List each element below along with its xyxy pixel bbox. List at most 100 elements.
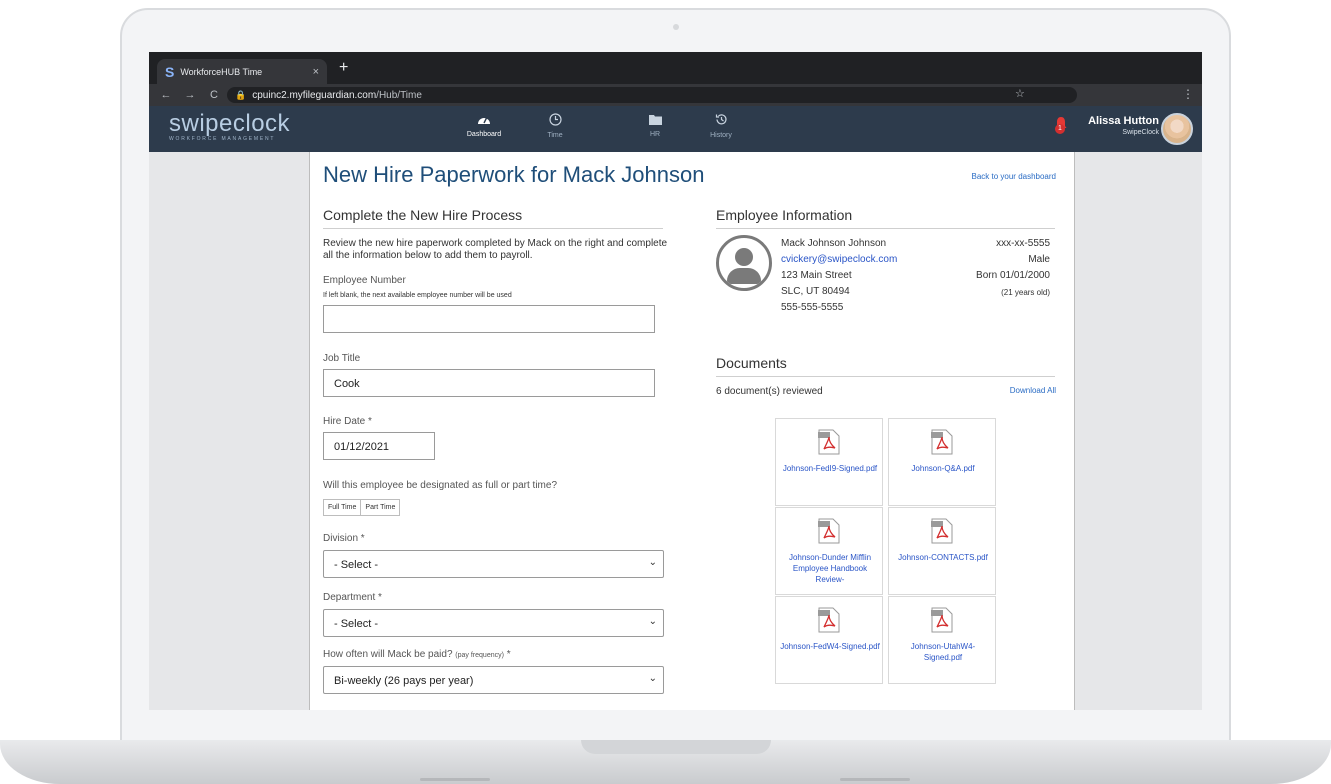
employee-city: SLC, UT 80494 (781, 286, 850, 297)
forward-arrow-icon[interactable]: → (183, 89, 197, 101)
employee-birthdate: Born 01/01/2000 (976, 270, 1050, 281)
hire-date-label: Hire Date * (323, 416, 372, 427)
document-name: Johnson-Dunder Mifflin Employee Handbook… (788, 553, 872, 584)
document-name: Johnson-CONTACTS.pdf (898, 553, 988, 562)
pdf-icon (818, 429, 840, 455)
job-title-label: Job Title (323, 353, 361, 364)
dashboard-icon (454, 113, 514, 128)
documents-reviewed-count: 6 document(s) reviewed (716, 386, 823, 397)
document-name: Johnson-FedW4-Signed.pdf (780, 642, 880, 651)
department-label: Department * (323, 592, 382, 603)
nav-dashboard[interactable]: Dashboard (454, 113, 514, 138)
pay-frequency-subtext: (pay frequency) (455, 652, 504, 659)
swipeclock-tab-icon: S (165, 63, 175, 80)
back-to-dashboard-link[interactable]: Back to your dashboard (972, 172, 1057, 181)
employee-phone: 555-555-5555 (781, 302, 844, 313)
tab-close-icon[interactable]: × (313, 66, 319, 78)
division-select-value: - Select - (334, 559, 379, 571)
history-icon (691, 113, 751, 129)
pay-frequency-label: How often will Mack be paid? (pay freque… (323, 649, 511, 660)
employee-gender: Male (1028, 254, 1050, 265)
user-organization: SwipeClock (1122, 129, 1159, 136)
employee-email[interactable]: cvickery@swipeclock.com (781, 254, 897, 266)
document-card[interactable]: Johnson-CONTACTS.pdf (888, 507, 996, 595)
laptop-foot (840, 778, 910, 781)
employee-avatar-icon (716, 235, 772, 291)
document-name: Johnson-Q&A.pdf (911, 464, 975, 473)
new-tab-button[interactable]: + (339, 59, 348, 77)
document-name: Johnson-UtahW4-Signed.pdf (910, 642, 976, 662)
employee-street: 123 Main Street (781, 270, 852, 281)
laptop-foot (420, 778, 490, 781)
swipeclock-logo[interactable]: swipeclock WORKFORCE MANAGEMENT (169, 110, 290, 142)
employee-age: (21 years old) (1001, 288, 1050, 297)
download-all-link[interactable]: Download All (1010, 386, 1056, 395)
document-name: Johnson-FedI9-Signed.pdf (782, 464, 878, 473)
url-field[interactable]: 🔒 cpuinc2.myfileguardian.com /Hub/Time (227, 87, 1077, 103)
bookmark-star-icon[interactable]: ☆ (1015, 87, 1025, 100)
new-hire-process-heading: Complete the New Hire Process (323, 207, 663, 229)
hire-date-field[interactable]: 01/12/2021 (323, 432, 435, 460)
nav-time-label: Time (547, 132, 563, 139)
job-title-field[interactable]: Cook (323, 369, 655, 397)
clock-icon (525, 113, 585, 129)
intro-text: Review the new hire paperwork completed … (323, 238, 668, 261)
screen: S WorkforceHUB Time × + ← → C 🔒 cpuinc2.… (149, 52, 1202, 710)
browser-address-bar: ← → C 🔒 cpuinc2.myfileguardian.com /Hub/… (149, 84, 1202, 106)
tab-title: WorkforceHUB Time (180, 66, 263, 77)
pay-frequency-select[interactable]: Bi-weekly (26 pays per year) ⌄ (323, 666, 664, 694)
pdf-icon (931, 429, 953, 455)
document-card[interactable]: Johnson-FedI9-Signed.pdf (775, 418, 883, 506)
reload-icon[interactable]: C (207, 89, 221, 101)
employee-number-hint: If left blank, the next available employ… (323, 292, 512, 299)
employee-name: Mack Johnson Johnson (781, 238, 887, 249)
document-card[interactable]: Johnson-Q&A.pdf (888, 418, 996, 506)
document-card[interactable]: Johnson-Dunder Mifflin Employee Handbook… (775, 507, 883, 595)
employee-number-field[interactable] (323, 305, 655, 333)
employee-ssn: xxx-xx-5555 (996, 238, 1050, 249)
nav-hr-label: HR (649, 131, 661, 138)
nav-hr[interactable]: HR (625, 113, 685, 138)
folder-icon (625, 113, 685, 128)
lock-icon: 🔒 (235, 89, 247, 100)
app-header: swipeclock WORKFORCE MANAGEMENT Dashboar… (149, 106, 1202, 152)
browser-tab-bar: S WorkforceHUB Time × + (149, 52, 1202, 84)
nav-time[interactable]: Time (525, 113, 585, 139)
full-time-button[interactable]: Full Time (323, 499, 362, 516)
document-card[interactable]: Johnson-FedW4-Signed.pdf (775, 596, 883, 684)
division-select[interactable]: - Select - ⌄ (323, 550, 664, 578)
chevron-down-icon: ⌄ (648, 616, 657, 627)
chevron-down-icon: ⌄ (648, 673, 657, 684)
url-path: /Hub/Time (376, 89, 422, 101)
nav-history[interactable]: History (691, 113, 751, 139)
part-time-button[interactable]: Part Time (361, 499, 401, 516)
documents-heading: Documents (716, 355, 1055, 377)
pay-frequency-required: * (503, 649, 511, 660)
pay-frequency-select-value: Bi-weekly (26 pays per year) (334, 675, 474, 687)
laptop-notch (581, 740, 771, 754)
browser-menu-icon[interactable]: ⋮ (1182, 87, 1194, 101)
pdf-icon (931, 518, 953, 544)
department-select[interactable]: - Select - ⌄ (323, 609, 664, 637)
division-label: Division * (323, 533, 365, 544)
document-card[interactable]: Johnson-UtahW4-Signed.pdf (888, 596, 996, 684)
user-name[interactable]: Alissa Hutton (1059, 115, 1159, 127)
chevron-down-icon: ⌄ (648, 557, 657, 568)
department-select-value: - Select - (334, 618, 379, 630)
nav-dashboard-label: Dashboard (466, 131, 502, 138)
page-title: New Hire Paperwork for Mack Johnson (323, 162, 705, 187)
browser-tab[interactable]: S WorkforceHUB Time × (157, 59, 327, 84)
main-content: New Hire Paperwork for Mack Johnson Back… (309, 152, 1075, 710)
user-avatar[interactable] (1161, 113, 1193, 145)
back-arrow-icon[interactable]: ← (159, 89, 173, 101)
employment-type-toggle: Full Time Part Time (323, 499, 401, 516)
brand-name: swipeclock (169, 110, 291, 137)
nav-history-label: History (710, 132, 732, 139)
full-part-question: Will this employee be designated as full… (323, 480, 558, 491)
url-host: cpuinc2.myfileguardian.com (252, 89, 377, 101)
pdf-icon (931, 607, 953, 633)
employee-number-label: Employee Number (323, 275, 406, 286)
pdf-icon (818, 518, 840, 544)
brand-subtitle: WORKFORCE MANAGEMENT (169, 136, 276, 142)
pdf-icon (818, 607, 840, 633)
